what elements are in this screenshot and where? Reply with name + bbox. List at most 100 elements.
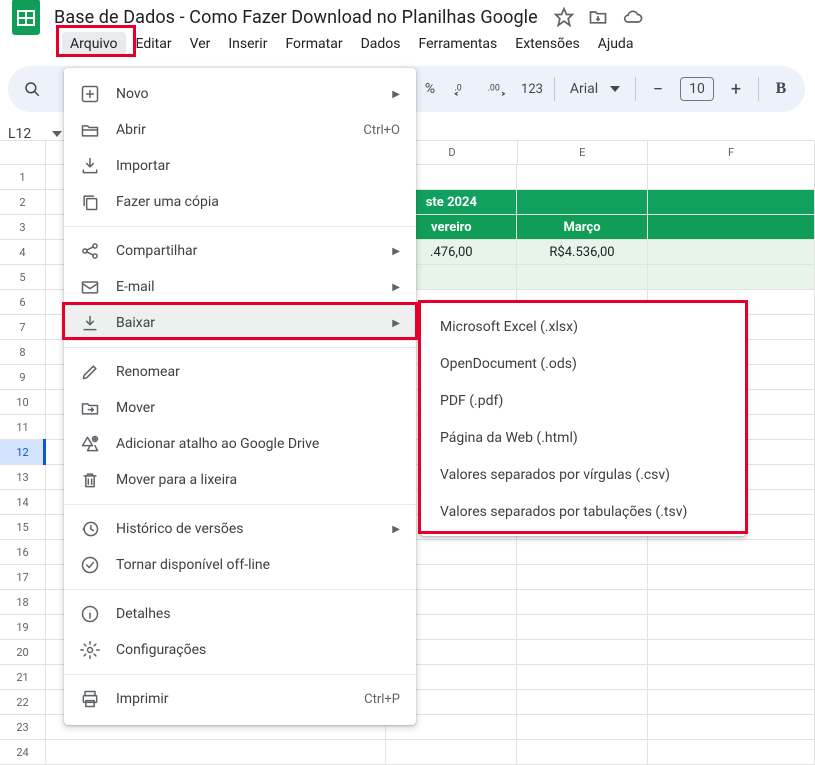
select-all-corner[interactable] <box>0 141 46 165</box>
cell[interactable] <box>517 565 648 590</box>
cell[interactable] <box>517 690 648 715</box>
column-header[interactable]: F <box>648 141 815 165</box>
decrease-decimal-icon[interactable]: .0 <box>452 77 476 101</box>
download-format-option[interactable]: Página da Web (.html) <box>420 419 746 456</box>
menu-item-e-mail[interactable]: E-mail▶ <box>64 269 416 305</box>
decrease-font-size-button[interactable]: − <box>646 77 670 101</box>
row-header[interactable]: 13 <box>0 465 46 490</box>
menu-ajuda[interactable]: Ajuda <box>590 32 642 56</box>
row-header[interactable]: 4 <box>0 240 46 265</box>
cell[interactable] <box>648 590 815 615</box>
increase-decimal-icon[interactable]: .00 <box>486 77 510 101</box>
menu-item-tornar-disponível-off-line[interactable]: Tornar disponível off-line <box>64 547 416 583</box>
cell[interactable] <box>648 565 815 590</box>
row-header[interactable]: 11 <box>0 415 46 440</box>
menu-editar[interactable]: Editar <box>128 32 180 56</box>
menu-item-novo[interactable]: Novo▶ <box>64 76 416 112</box>
column-header[interactable]: E <box>518 141 648 165</box>
cell[interactable] <box>648 640 815 665</box>
cell[interactable] <box>648 540 815 565</box>
row-header[interactable]: 18 <box>0 590 46 615</box>
cell[interactable] <box>648 165 815 190</box>
row-header[interactable]: 1 <box>0 165 46 190</box>
cell[interactable] <box>648 190 815 215</box>
row-header[interactable]: 21 <box>0 665 46 690</box>
cell[interactable] <box>648 215 815 240</box>
menu-formatar[interactable]: Formatar <box>277 32 350 56</box>
cell[interactable] <box>517 590 648 615</box>
download-format-option[interactable]: Microsoft Excel (.xlsx) <box>420 308 746 345</box>
cell[interactable] <box>517 640 648 665</box>
percent-format-button[interactable]: % <box>418 77 442 101</box>
menu-item-histórico-de-versões[interactable]: Histórico de versões▶ <box>64 511 416 547</box>
row-header[interactable]: 22 <box>0 690 46 715</box>
row-header[interactable]: 3 <box>0 215 46 240</box>
document-title[interactable]: Base de Dados - Como Fazer Download no P… <box>54 7 538 28</box>
row-header[interactable]: 15 <box>0 515 46 540</box>
cloud-status-icon[interactable] <box>622 7 644 27</box>
row-header[interactable]: 24 <box>0 740 46 765</box>
name-box-dropdown-icon[interactable] <box>52 131 62 137</box>
menu-item-detalhes[interactable]: Detalhes <box>64 596 416 632</box>
cell[interactable] <box>517 265 648 290</box>
download-format-option[interactable]: Valores separados por tabulações (.tsv) <box>420 493 746 530</box>
menu-item-configurações[interactable]: Configurações <box>64 632 416 668</box>
menu-item-compartilhar[interactable]: Compartilhar▶ <box>64 233 416 269</box>
cell[interactable] <box>386 740 517 765</box>
menu-extensões[interactable]: Extensões <box>507 32 588 56</box>
download-format-option[interactable]: PDF (.pdf) <box>420 382 746 419</box>
cell[interactable] <box>648 240 815 265</box>
cell[interactable] <box>517 665 648 690</box>
cell[interactable] <box>648 265 815 290</box>
row-header[interactable]: 6 <box>0 290 46 315</box>
cell[interactable] <box>648 615 815 640</box>
bold-button[interactable]: B <box>769 77 793 101</box>
menu-inserir[interactable]: Inserir <box>220 32 275 56</box>
cell[interactable] <box>517 190 648 215</box>
move-to-folder-icon[interactable] <box>588 7 608 27</box>
row-header[interactable]: 7 <box>0 315 46 340</box>
row-header[interactable]: 5 <box>0 265 46 290</box>
menu-item-mover[interactable]: Mover <box>64 390 416 426</box>
cell[interactable] <box>517 715 648 740</box>
download-format-option[interactable]: OpenDocument (.ods) <box>420 345 746 382</box>
menu-item-baixar[interactable]: Baixar▶ <box>64 305 416 341</box>
menu-item-abrir[interactable]: AbrirCtrl+O <box>64 112 416 148</box>
cell[interactable] <box>517 540 648 565</box>
row-header[interactable]: 16 <box>0 540 46 565</box>
search-menus-icon[interactable] <box>20 77 44 101</box>
row-header[interactable]: 17 <box>0 565 46 590</box>
row-header[interactable]: 14 <box>0 490 46 515</box>
row-header[interactable]: 20 <box>0 640 46 665</box>
row-header[interactable]: 23 <box>0 715 46 740</box>
menu-ver[interactable]: Ver <box>182 32 219 56</box>
menu-dados[interactable]: Dados <box>353 32 409 56</box>
menu-item-mover-para-a-lixeira[interactable]: Mover para a lixeira <box>64 462 416 498</box>
cell[interactable] <box>517 165 648 190</box>
menu-item-imprimir[interactable]: ImprimirCtrl+P <box>64 681 416 717</box>
number-format-button[interactable]: 123 <box>520 77 544 101</box>
cell[interactable] <box>517 740 648 765</box>
menu-arquivo[interactable]: Arquivo <box>62 32 126 56</box>
download-format-option[interactable]: Valores separados por vírgulas (.csv) <box>420 456 746 493</box>
cell[interactable]: R$4.536,00 <box>517 240 648 265</box>
row-header[interactable]: 10 <box>0 390 46 415</box>
row-header[interactable]: 2 <box>0 190 46 215</box>
menu-ferramentas[interactable]: Ferramentas <box>411 32 506 56</box>
increase-font-size-button[interactable]: + <box>724 77 748 101</box>
row-header[interactable]: 12 <box>0 440 46 465</box>
menu-item-adicionar-atalho-ao-google-drive[interactable]: Adicionar atalho ao Google Drive <box>64 426 416 462</box>
menu-item-fazer-uma-cópia[interactable]: Fazer uma cópia <box>64 184 416 220</box>
cell[interactable] <box>517 615 648 640</box>
cell[interactable] <box>648 740 815 765</box>
menu-item-renomear[interactable]: Renomear <box>64 354 416 390</box>
cell[interactable] <box>648 715 815 740</box>
row-header[interactable]: 19 <box>0 615 46 640</box>
row-header[interactable]: 9 <box>0 365 46 390</box>
cell[interactable]: Março <box>517 215 648 240</box>
menu-item-importar[interactable]: Importar <box>64 148 416 184</box>
font-size-input[interactable]: 10 <box>680 77 714 101</box>
star-icon[interactable] <box>554 7 574 27</box>
font-family-selector[interactable]: Arial <box>565 77 625 101</box>
cell[interactable] <box>648 665 815 690</box>
